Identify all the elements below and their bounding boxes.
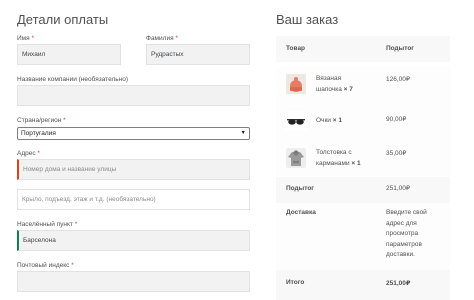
table-row: Вязаная шапочка × 7 126,00₽: [276, 66, 450, 103]
product-price: 90,00₽: [386, 116, 407, 123]
table-header: Товар Подытог: [276, 36, 450, 62]
total-row: Итого 251,00₽: [276, 270, 450, 300]
billing-section: Детали оплаты Имя * Михаил Фамилия * Руд…: [0, 0, 252, 300]
address-line1-input[interactable]: Номер дома и название улицы: [17, 159, 250, 180]
company-label: Название компании (необязательно): [17, 76, 129, 83]
postcode-input[interactable]: [17, 271, 250, 292]
hoodie-icon: [286, 148, 306, 168]
shipping-text: Введите свой адрес для просмотра парамет…: [386, 209, 427, 258]
header-product: Товар: [286, 45, 306, 52]
total-label: Итого: [286, 279, 305, 286]
company-input[interactable]: [17, 85, 250, 106]
order-title: Ваш заказ: [276, 12, 339, 27]
product-name: Толстовка с карманами × 1: [316, 149, 361, 167]
address-label: Адрес *: [17, 150, 40, 157]
subtotal-label: Подытог: [286, 185, 315, 192]
country-select[interactable]: Португалия ▼: [17, 127, 250, 140]
product-name: Вязаная шапочка × 7: [316, 75, 353, 93]
first-name-input[interactable]: Михаил: [17, 44, 121, 65]
shipping-label: Доставка: [286, 209, 316, 216]
country-label: Страна/регион *: [17, 117, 66, 124]
last-name-input[interactable]: Рудрастых: [146, 44, 250, 65]
city-label: Населённый пункт *: [17, 221, 78, 228]
first-name-label: Имя *: [17, 35, 35, 42]
beanie-icon: [286, 74, 306, 94]
subtotal-row: Подытог 251,00₽: [276, 177, 450, 203]
chevron-down-icon: ▼: [240, 130, 246, 136]
last-name-label: Фамилия *: [146, 35, 178, 42]
header-subtotal: Подытог: [386, 45, 415, 52]
table-row: Очки × 1 90,00₽: [276, 103, 450, 140]
product-price: 126,00₽: [386, 76, 411, 83]
table-row: Толстовка с карманами × 1 35,00₽: [276, 140, 450, 177]
subtotal-value: 251,00₽: [386, 185, 411, 192]
sunglasses-icon: [286, 111, 306, 131]
order-section: Ваш заказ Товар Подытог Вязаная шапочка …: [276, 0, 474, 300]
billing-title: Детали оплаты: [17, 12, 109, 27]
city-input[interactable]: Барселона: [17, 230, 250, 251]
shipping-row: Доставка Введите свой адрес для просмотр…: [276, 203, 450, 270]
address-line2-input[interactable]: Крыло, подъезд, этаж и т.д. (необязатель…: [17, 189, 250, 210]
product-name: Очки × 1: [316, 117, 342, 124]
total-value: 251,00₽: [386, 280, 411, 287]
postcode-label: Почтовый индекс *: [17, 262, 74, 269]
order-table: Товар Подытог Вязаная шапочка × 7 126,00…: [276, 36, 450, 300]
product-price: 35,00₽: [386, 150, 407, 157]
